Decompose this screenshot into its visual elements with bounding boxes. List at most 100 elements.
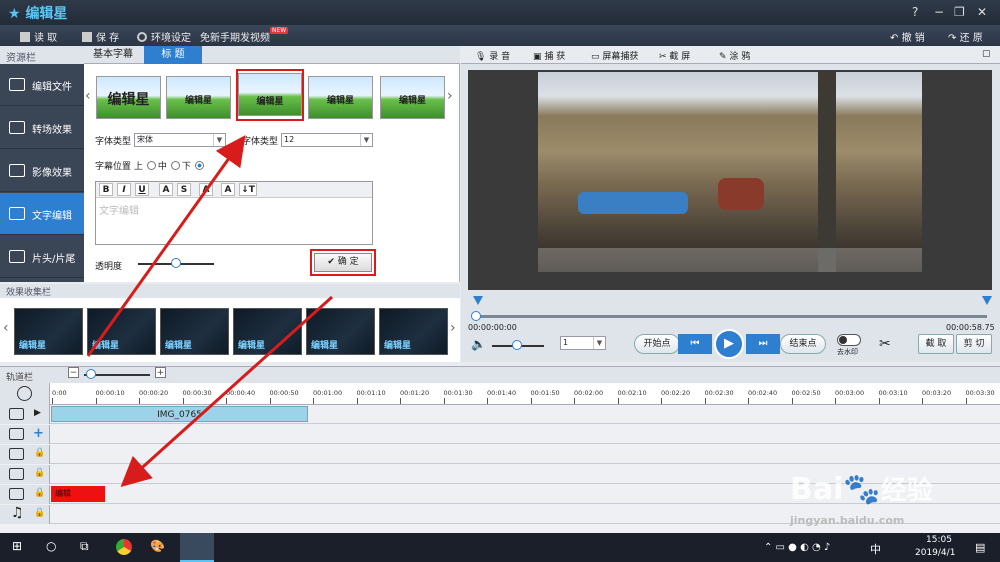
paint-app-icon[interactable]: 🎨 <box>150 539 165 553</box>
capture-button[interactable]: ▣ 捕 获 <box>533 49 565 62</box>
effect-thumb[interactable]: 编辑星 <box>160 308 229 355</box>
bold-button[interactable]: B <box>99 183 113 196</box>
tab-title[interactable]: 标 题 <box>144 46 202 64</box>
text-clip[interactable]: 编辑 <box>51 486 105 502</box>
start-marker-icon[interactable] <box>473 296 483 305</box>
timeline-ruler[interactable]: 0:00 00:00:10 00:00:20 00:00:30 00:00:40 00:0… <box>50 383 1000 405</box>
minimize-icon[interactable]: − <box>934 5 944 19</box>
progress-knob[interactable] <box>471 311 481 321</box>
lock-icon[interactable]: 🔒 <box>34 468 45 478</box>
fullscreen-icon[interactable]: ▢ <box>982 49 991 59</box>
position-top-radio[interactable] <box>194 161 204 170</box>
lock-icon[interactable]: 🔒 <box>34 448 45 458</box>
title-thumb[interactable]: 编辑星 <box>380 76 445 119</box>
notification-icon[interactable]: ▤ <box>975 541 985 554</box>
video-clip[interactable]: IMG_0765 <box>51 406 308 422</box>
lock-icon[interactable]: 🔒 <box>34 488 45 498</box>
watermark-toggle[interactable] <box>837 334 861 346</box>
volume-icon[interactable]: 🔈 <box>471 337 486 351</box>
thumb-prev-icon[interactable]: ‹ <box>85 88 91 104</box>
highlight-box <box>236 69 304 121</box>
screen-capture-button[interactable]: ▭ 屏幕捕获 <box>591 49 638 62</box>
zoom-in-button[interactable]: + <box>155 367 166 378</box>
close-icon[interactable]: ✕ <box>977 5 987 19</box>
title-thumb[interactable]: 编辑星 <box>96 76 161 119</box>
thumb-next-icon[interactable]: › <box>447 88 453 104</box>
ruler-tick-mark <box>182 398 184 404</box>
progress-track[interactable] <box>473 315 987 318</box>
tab-basic-subtitle[interactable]: 基本字幕 <box>84 46 142 64</box>
effect-thumb[interactable]: 编辑星 <box>306 308 375 355</box>
save-button[interactable]: 保 存 <box>82 29 119 44</box>
effect-thumb[interactable]: 编辑星 <box>233 308 302 355</box>
clock-time[interactable]: 15:05 <box>926 535 952 545</box>
effects-prev-icon[interactable]: ‹ <box>3 320 9 336</box>
chevron-down-icon: ▼ <box>593 337 605 349</box>
expand-icon[interactable]: ▶ <box>34 408 41 418</box>
cut-button[interactable]: 截 取 <box>918 334 954 354</box>
ruler-tick-mark <box>791 398 793 404</box>
screenshot-button[interactable]: ✂ 截 屏 <box>659 49 690 62</box>
volume-knob[interactable] <box>512 340 522 350</box>
chrome-icon[interactable] <box>116 539 132 555</box>
search-icon[interactable]: ○ <box>46 539 56 553</box>
restore-icon[interactable]: ❐ <box>954 5 965 19</box>
ruler-tick-mark <box>356 398 358 404</box>
underline-button[interactable]: U <box>135 183 149 196</box>
position-middle-radio[interactable] <box>146 161 156 170</box>
effect-thumb[interactable]: 编辑星 <box>14 308 83 355</box>
sidebar-item-transition[interactable]: 转场效果 <box>0 107 84 149</box>
settings-button[interactable]: 环境设定 <box>137 29 191 44</box>
fast-forward-icon[interactable]: ⏭ <box>746 334 780 354</box>
effect-thumb[interactable]: 编辑星 <box>379 308 448 355</box>
zoom-knob[interactable] <box>86 369 96 379</box>
title-thumb[interactable]: 编辑星 <box>166 76 231 119</box>
tray-icons[interactable]: ⌃ ▭ ● ◐ ◔ ♪ <box>764 542 830 553</box>
end-point-button[interactable]: 结束点 <box>780 334 826 354</box>
rewind-icon[interactable]: ⏮ <box>678 334 712 354</box>
effects-next-icon[interactable]: › <box>450 320 456 336</box>
start-point-button[interactable]: 开始点 <box>634 334 680 354</box>
clock-date[interactable]: 2019/4/1 <box>915 548 955 558</box>
ruler-tick-mark <box>400 398 401 404</box>
zoom-out-button[interactable]: − <box>68 367 79 378</box>
lock-icon[interactable]: 🔒 <box>34 508 45 518</box>
add-icon[interactable]: + <box>33 426 44 441</box>
outline-button[interactable]: A <box>199 183 213 196</box>
vertical-text-button[interactable]: ↓T <box>239 183 257 196</box>
windows-start-icon[interactable]: ⊞ <box>12 539 22 553</box>
position-bottom-radio[interactable] <box>170 161 180 170</box>
trim-button[interactable]: 剪 切 <box>956 334 992 354</box>
font-color-button[interactable]: A <box>159 183 173 196</box>
play-icon[interactable]: ▶ <box>714 329 744 359</box>
italic-button[interactable]: I <box>117 183 131 196</box>
redo-button[interactable]: ↷ 还 原 <box>948 29 983 44</box>
ime-indicator[interactable]: 中 <box>870 541 881 557</box>
shadow-button[interactable]: S <box>177 183 191 196</box>
sidebar-item-text-edit[interactable]: 文字编辑 <box>0 193 84 235</box>
ruler-tick: 00:00:50 <box>269 389 299 397</box>
paint-button[interactable]: ✎ 涂 鸦 <box>719 49 750 62</box>
sidebar-item-edit-file[interactable]: 编辑文件 <box>0 64 84 106</box>
scissors-icon[interactable]: ✂ <box>879 336 891 352</box>
share-button[interactable]: 免新手期发视频 <box>200 29 270 44</box>
editor-toolbar: B I U A S A A ↓T <box>96 182 372 198</box>
effect-thumb[interactable]: 编辑星 <box>87 308 156 355</box>
fill-bucket-button[interactable]: A <box>221 183 235 196</box>
opacity-slider-knob[interactable] <box>171 258 181 268</box>
ruler-tick: 00:01:20 <box>400 389 430 397</box>
ruler-tick-mark <box>835 398 836 404</box>
undo-button[interactable]: ↶ 撤 销 <box>890 29 925 44</box>
editor-app-icon[interactable] <box>180 533 214 562</box>
font-size-select[interactable]: 12 ▼ <box>281 133 373 147</box>
help-icon[interactable]: ? <box>912 5 918 19</box>
sidebar-item-intro-outro[interactable]: 片头/片尾 <box>0 236 84 278</box>
sidebar-item-image-effect[interactable]: 影像效果 <box>0 150 84 192</box>
record-button[interactable]: 🎙 录 音 <box>475 49 510 62</box>
speed-select[interactable]: 1 ▼ <box>560 336 606 350</box>
task-view-icon[interactable]: ⧉ <box>80 539 89 554</box>
title-thumb[interactable]: 编辑星 <box>308 76 373 119</box>
end-marker-icon[interactable] <box>982 296 992 305</box>
open-button[interactable]: 读 取 <box>20 29 57 44</box>
font-type-select[interactable]: 宋体 ▼ <box>134 133 226 147</box>
